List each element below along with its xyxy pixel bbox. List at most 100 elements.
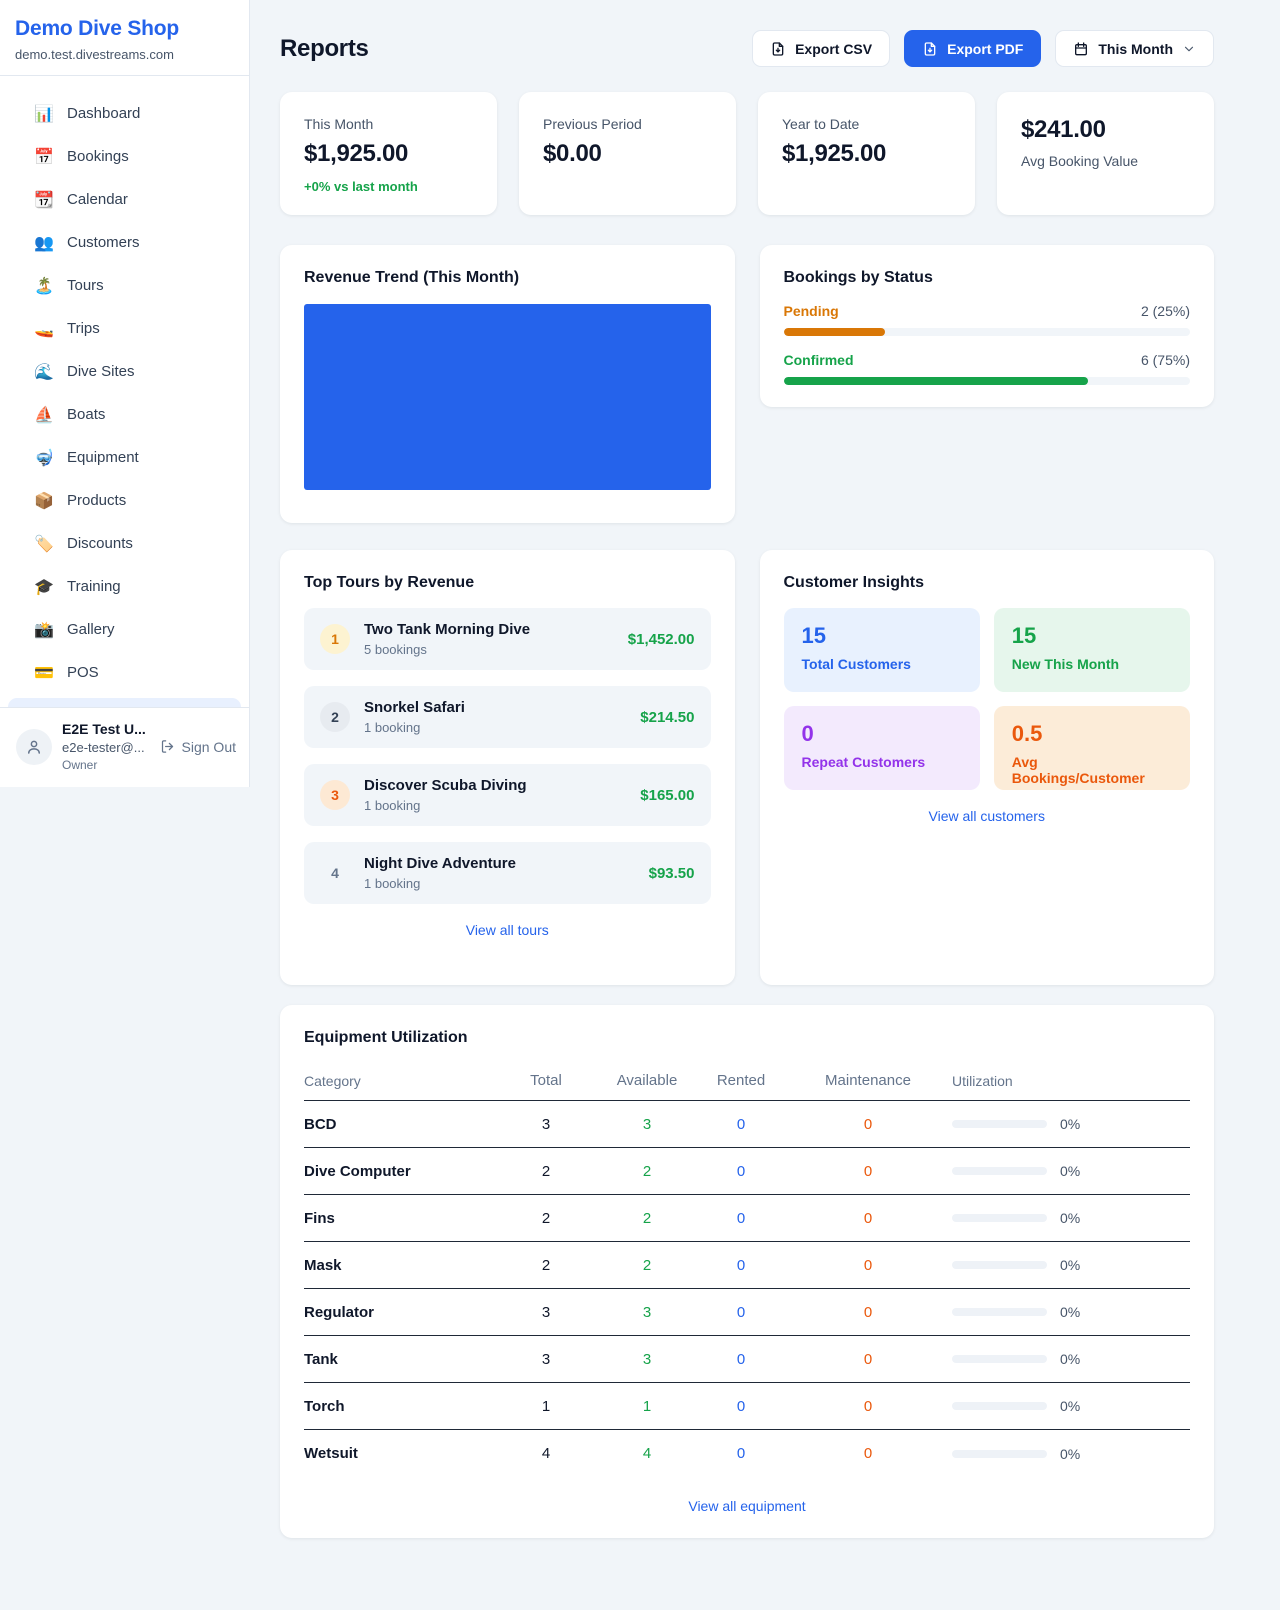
- sidebar-item-label: Boats: [67, 406, 105, 423]
- user-meta: E2E Test U... e2e-tester@... Owner: [62, 721, 150, 772]
- camera-icon: 📸: [33, 620, 55, 640]
- sidebar-item-pos[interactable]: 💳 POS: [0, 651, 249, 694]
- tile-value: 15: [1012, 623, 1172, 649]
- sign-out-button[interactable]: Sign Out: [160, 739, 236, 755]
- equipment-available: 3: [596, 1116, 698, 1133]
- status-value: 2 (25%): [1141, 303, 1190, 319]
- sidebar-item-calendar[interactable]: 📆 Calendar: [0, 178, 249, 221]
- column-header-category: Category: [304, 1073, 496, 1089]
- sidebar-item-label: Trips: [67, 320, 100, 337]
- tour-list-item: 1 Two Tank Morning Dive 5 bookings $1,45…: [304, 608, 711, 670]
- customer-insights-title: Customer Insights: [784, 574, 1191, 592]
- equipment-table-header: Category Total Available Rented Maintena…: [304, 1061, 1190, 1101]
- sidebar-item-label: Equipment: [67, 449, 139, 466]
- insights-row: Top Tours by Revenue 1 Two Tank Morning …: [280, 550, 1214, 985]
- view-all-equipment-link[interactable]: View all equipment: [304, 1498, 1190, 1514]
- tour-list-item: 2 Snorkel Safari 1 booking $214.50: [304, 686, 711, 748]
- sidebar-item-customers[interactable]: 👥 Customers: [0, 221, 249, 264]
- column-header-total: Total: [496, 1072, 596, 1089]
- tile-label: Total Customers: [802, 656, 962, 672]
- sidebar-item-trips[interactable]: 🚤 Trips: [0, 307, 249, 350]
- equipment-row-dive-computer: Dive Computer 2 2 0 0 0%: [304, 1148, 1190, 1195]
- sidebar-item-label: Dashboard: [67, 105, 140, 122]
- sidebar-item-dashboard[interactable]: 📊 Dashboard: [0, 92, 249, 135]
- tour-name: Two Tank Morning Dive: [364, 621, 530, 638]
- sign-out-label: Sign Out: [182, 739, 236, 755]
- equipment-total: 4: [496, 1445, 596, 1462]
- tile-label: Avg Bookings/Customer: [1012, 754, 1172, 786]
- equipment-row-mask: Mask 2 2 0 0 0%: [304, 1242, 1190, 1289]
- period-selector[interactable]: This Month: [1055, 30, 1214, 67]
- stat-value: $241.00: [1021, 116, 1190, 144]
- sidebar-item-boats[interactable]: ⛵ Boats: [0, 393, 249, 436]
- revenue-trend-card: Revenue Trend (This Month): [280, 245, 735, 523]
- shop-name: Demo Dive Shop: [15, 17, 234, 41]
- utilization-bar-track: [952, 1167, 1047, 1175]
- sidebar-item-equipment[interactable]: 🤿 Equipment: [0, 436, 249, 479]
- equipment-category: Dive Computer: [304, 1163, 496, 1180]
- view-all-customers-link[interactable]: View all customers: [784, 808, 1191, 824]
- column-header-maintenance: Maintenance: [784, 1072, 952, 1089]
- sidebar-item-reports-partial[interactable]: [8, 698, 241, 707]
- sidebar-item-label: Products: [67, 492, 126, 509]
- person-icon: [25, 738, 43, 756]
- stat-value: $0.00: [543, 140, 712, 168]
- sidebar-item-label: Training: [67, 578, 121, 595]
- sidebar-item-products[interactable]: 📦 Products: [0, 479, 249, 522]
- export-pdf-button[interactable]: Export PDF: [904, 30, 1041, 67]
- tile-label: Repeat Customers: [802, 754, 962, 770]
- equipment-category: Tank: [304, 1351, 496, 1368]
- equipment-available: 3: [596, 1351, 698, 1368]
- sidebar-item-label: Calendar: [67, 191, 128, 208]
- equipment-rented: 0: [698, 1445, 784, 1462]
- stat-label: Previous Period: [543, 116, 712, 132]
- equipment-utilization-cell: 0%: [952, 1210, 1190, 1226]
- equipment-utilization-cell: 0%: [952, 1398, 1190, 1414]
- equipment-rented: 0: [698, 1351, 784, 1368]
- status-label: Confirmed: [784, 352, 854, 368]
- column-header-rented: Rented: [698, 1072, 784, 1089]
- status-bar-track: [784, 377, 1191, 385]
- sidebar-item-label: Customers: [67, 234, 140, 251]
- stat-label: Year to Date: [782, 116, 951, 132]
- sidebar-item-label: Bookings: [67, 148, 129, 165]
- export-csv-button[interactable]: Export CSV: [752, 30, 890, 67]
- utilization-percent: 0%: [1060, 1210, 1080, 1226]
- sidebar-item-training[interactable]: 🎓 Training: [0, 565, 249, 608]
- sidebar-item-gallery[interactable]: 📸 Gallery: [0, 608, 249, 651]
- stat-card-avg-booking-value: $241.00 Avg Booking Value: [997, 92, 1214, 215]
- utilization-percent: 0%: [1060, 1446, 1080, 1462]
- equipment-utilization-cell: 0%: [952, 1257, 1190, 1273]
- calendar-icon: 📅: [33, 147, 55, 167]
- view-all-tours-link[interactable]: View all tours: [304, 922, 711, 938]
- top-tours-title: Top Tours by Revenue: [304, 574, 711, 592]
- tour-revenue: $1,452.00: [616, 631, 695, 648]
- sidebar-item-discounts[interactable]: 🏷️ Discounts: [0, 522, 249, 565]
- tile-value: 15: [802, 623, 962, 649]
- utilization-bar-track: [952, 1261, 1047, 1269]
- utilization-percent: 0%: [1060, 1163, 1080, 1179]
- insight-tile-avg-bookings: 0.5 Avg Bookings/Customer: [994, 706, 1190, 790]
- equipment-maintenance: 0: [784, 1163, 952, 1180]
- equipment-rented: 0: [698, 1304, 784, 1321]
- equipment-row-regulator: Regulator 3 3 0 0 0%: [304, 1289, 1190, 1336]
- sidebar-item-tours[interactable]: 🏝️ Tours: [0, 264, 249, 307]
- equipment-utilization-cell: 0%: [952, 1304, 1190, 1320]
- top-tours-card: Top Tours by Revenue 1 Two Tank Morning …: [280, 550, 735, 985]
- sidebar-item-dive-sites[interactable]: 🌊 Dive Sites: [0, 350, 249, 393]
- tour-bookings: 1 booking: [364, 798, 527, 813]
- bookings-by-status-card: Bookings by Status Pending 2 (25%) Confi…: [760, 245, 1215, 407]
- stat-label: This Month: [304, 116, 473, 132]
- equipment-utilization-cell: 0%: [952, 1446, 1190, 1462]
- utilization-bar-track: [952, 1402, 1047, 1410]
- island-icon: 🏝️: [33, 276, 55, 296]
- equipment-available: 4: [596, 1445, 698, 1462]
- sidebar-item-label: Tours: [67, 277, 104, 294]
- equipment-rented: 0: [698, 1257, 784, 1274]
- tour-list-item: 4 Night Dive Adventure 1 booking $93.50: [304, 842, 711, 904]
- sidebar-item-bookings[interactable]: 📅 Bookings: [0, 135, 249, 178]
- equipment-total: 3: [496, 1304, 596, 1321]
- diving-mask-icon: 🤿: [33, 448, 55, 468]
- header-actions: Export CSV Export PDF This Month: [752, 30, 1214, 67]
- tour-name: Discover Scuba Diving: [364, 777, 527, 794]
